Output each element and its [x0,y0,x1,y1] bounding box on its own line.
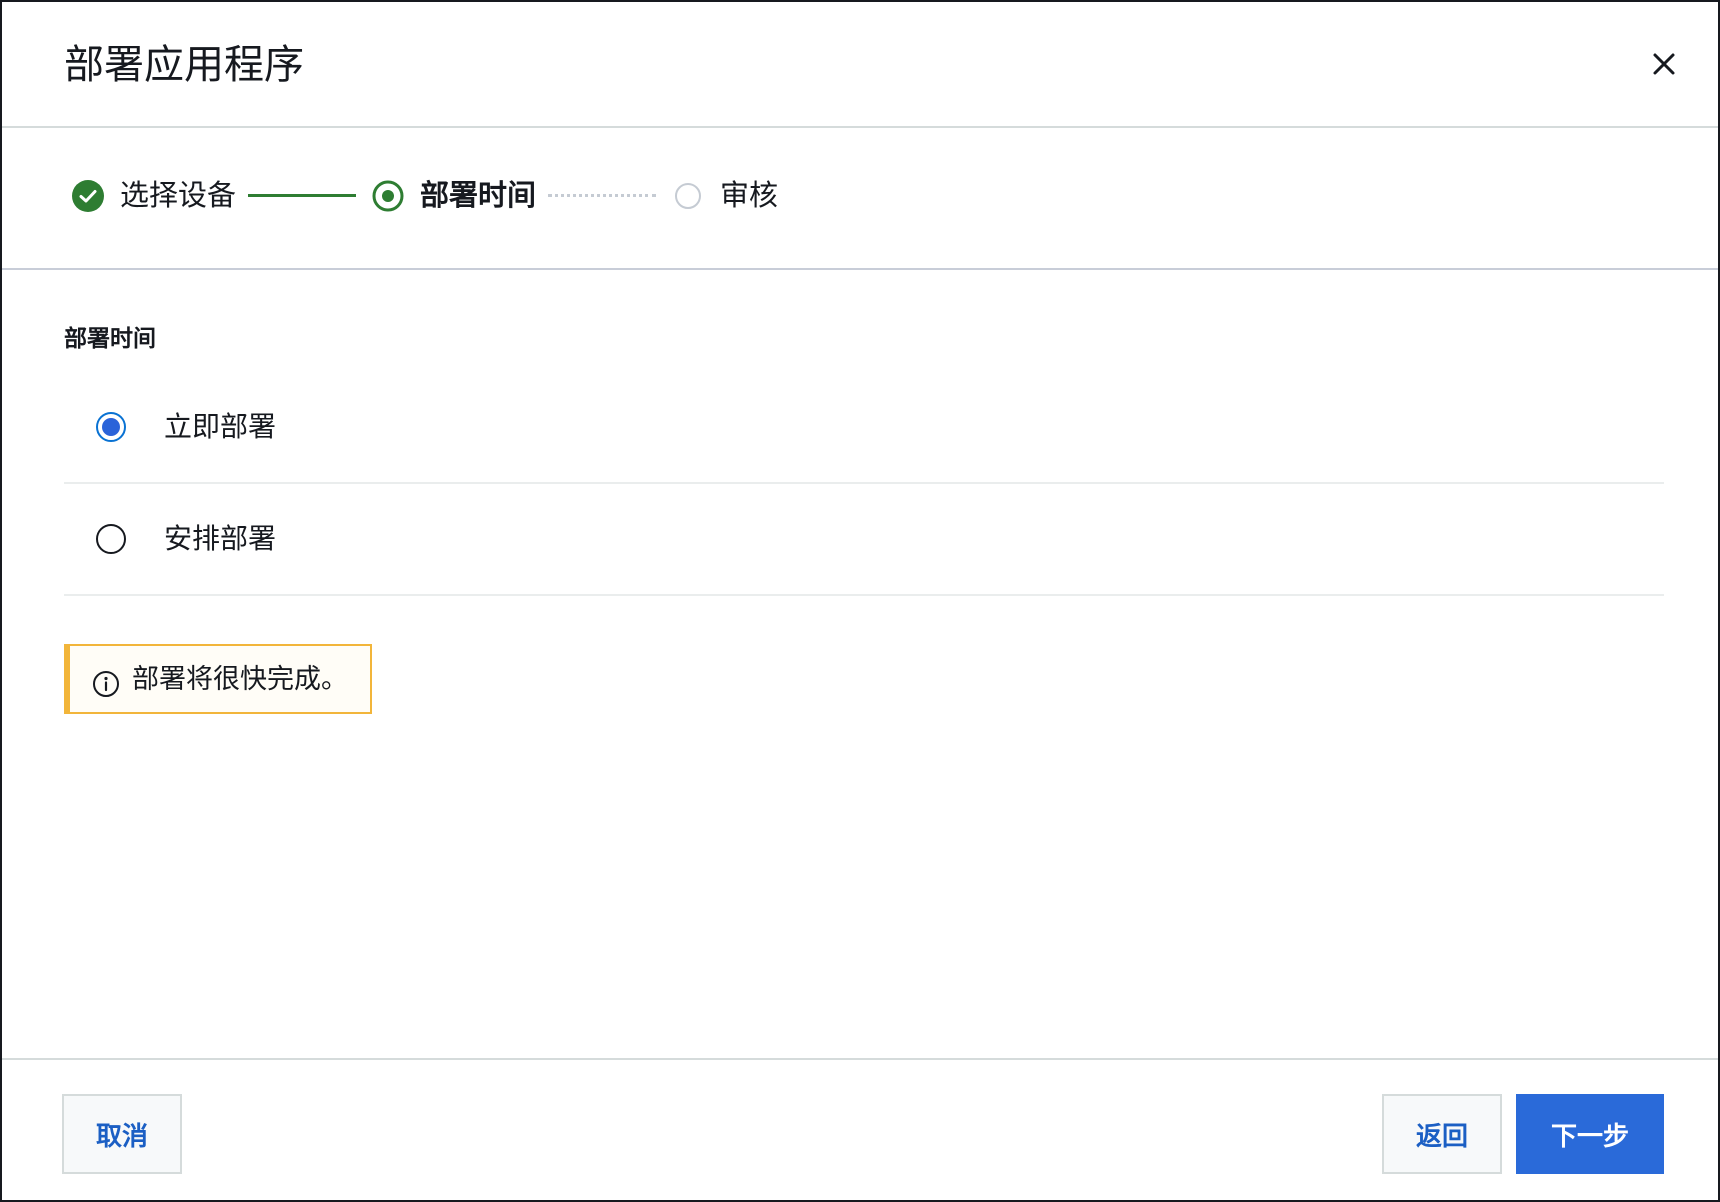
info-alert: 部署将很快完成。 [64,644,372,714]
deploy-time-label: 部署时间 [64,325,156,351]
radio-button-unselected[interactable] [96,524,126,554]
step-label-select-devices: 选择设备 [120,180,237,212]
radio-option-schedule[interactable]: 安排部署 [64,484,1664,596]
dialog-footer: 取消 返回 下一步 [2,1058,1718,1202]
wizard-steps: 选择设备 部署时间 审核 [2,128,1718,270]
close-icon[interactable] [1646,46,1682,82]
radio-label-deploy-now: 立即部署 [164,411,277,442]
alert-text: 部署将很快完成。 [132,664,348,694]
step-connector-completed [248,194,356,197]
step-connector-pending [548,194,656,197]
current-step-icon [372,180,404,212]
radio-label-schedule: 安排部署 [164,523,277,554]
pending-step-icon [675,183,701,209]
check-circle-icon [72,180,104,212]
next-button[interactable]: 下一步 [1516,1094,1664,1174]
back-button[interactable]: 返回 [1382,1094,1502,1174]
deploy-dialog: 部署应用程序 选择设备 部署时间 审核 部署时间 立即部署 安排部署 部署将很快… [0,0,1720,1202]
radio-option-deploy-now[interactable]: 立即部署 [64,372,1664,484]
dialog-title: 部署应用程序 [64,43,304,87]
info-icon [93,671,119,697]
step-label-deploy-time: 部署时间 [420,180,537,212]
radio-button-selected[interactable] [96,412,126,442]
step-label-review: 审核 [720,180,779,212]
cancel-button[interactable]: 取消 [62,1094,182,1174]
dialog-header: 部署应用程序 [2,2,1718,128]
